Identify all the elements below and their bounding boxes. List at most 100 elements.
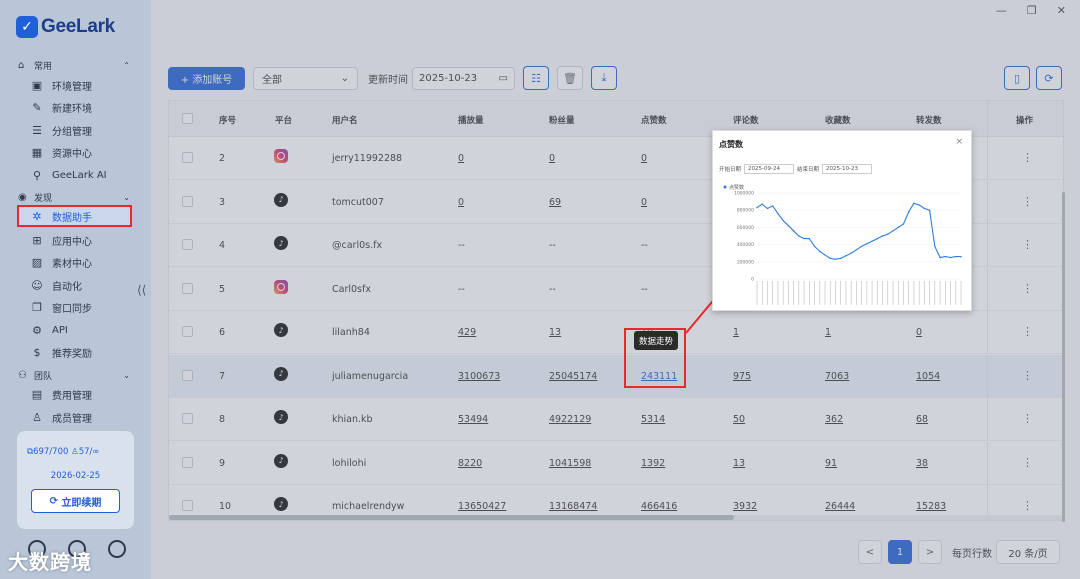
sidebar-item-groups[interactable]: ☰ 分组管理: [30, 121, 92, 139]
cell-likes[interactable]: 0: [641, 197, 647, 208]
cell-likes[interactable]: 0: [641, 153, 647, 164]
more-icon[interactable]: ⋮: [1022, 369, 1033, 382]
cell-likes[interactable]: 466416: [641, 501, 677, 512]
row-checkbox[interactable]: [182, 326, 193, 337]
cell-fans[interactable]: 1041598: [549, 458, 591, 469]
row-checkbox[interactable]: [182, 195, 193, 207]
rows-per-page-select[interactable]: 20 条/页: [996, 540, 1060, 564]
cell-comments[interactable]: 13: [733, 458, 745, 469]
cell-shares[interactable]: 68: [916, 414, 928, 425]
profile-icon[interactable]: [108, 540, 126, 558]
more-icon[interactable]: ⋮: [1022, 282, 1033, 295]
cell-likes[interactable]: 5314: [641, 414, 665, 425]
filter-select[interactable]: 全部 ⌄: [253, 66, 358, 90]
sidebar-item-ai[interactable]: ⚲ GeeLark AI: [30, 166, 107, 184]
cell-favs[interactable]: 1: [825, 327, 831, 338]
row-checkbox[interactable]: [182, 456, 193, 468]
cell-plays[interactable]: 0: [458, 197, 464, 208]
close-icon[interactable]: ×: [955, 137, 963, 147]
cell-fans[interactable]: 13168474: [549, 501, 597, 512]
sidebar-item-api[interactable]: ⚙ API: [30, 321, 68, 339]
more-icon[interactable]: ⋮: [1022, 195, 1033, 208]
refresh-button[interactable]: ⟳: [1036, 66, 1062, 90]
more-icon[interactable]: ⋮: [1022, 499, 1033, 512]
cell-fans[interactable]: 13: [549, 327, 561, 338]
sidebar-item-materials[interactable]: ▨ 素材中心: [30, 253, 92, 271]
cell-shares[interactable]: 0: [916, 327, 922, 338]
minimize-icon[interactable]: —: [996, 4, 1007, 17]
sidebar-item-sync[interactable]: ❐ 窗口同步: [30, 298, 92, 316]
page-1-button[interactable]: 1: [888, 540, 912, 564]
row-checkbox[interactable]: [182, 282, 193, 294]
cell-favs[interactable]: 91: [825, 458, 837, 469]
cell-fans[interactable]: 0: [549, 153, 555, 164]
cell-likes[interactable]: 1392: [641, 458, 665, 469]
cell-comments[interactable]: 1: [733, 327, 739, 338]
filter-settings-button[interactable]: ☷: [523, 66, 549, 90]
section-common[interactable]: ⌂ 常用 ⌃: [18, 59, 130, 72]
row-checkbox[interactable]: [182, 500, 193, 511]
cell-plays[interactable]: 53494: [458, 414, 488, 425]
table-row[interactable]: 6♪lilanh844291310110⋮: [169, 311, 1063, 354]
section-discover[interactable]: ◉ 发现 ⌄: [18, 191, 130, 204]
cell-plays[interactable]: 13650427: [458, 501, 506, 512]
sidebar-item-data-assistant[interactable]: ✲ 数据助手: [17, 205, 132, 227]
more-icon[interactable]: ⋮: [1022, 412, 1033, 425]
cell-comments[interactable]: 3932: [733, 501, 757, 512]
more-icon[interactable]: ⋮: [1022, 238, 1033, 251]
restore-icon[interactable]: ❐: [1027, 4, 1037, 17]
next-page-button[interactable]: >: [918, 540, 942, 564]
cell-fans[interactable]: 25045174: [549, 371, 597, 382]
sidebar-item-resources[interactable]: ▦ 资源中心: [30, 143, 92, 161]
vertical-scrollbar[interactable]: [1062, 100, 1065, 522]
renew-button[interactable]: ⟳ 立即续期: [31, 489, 120, 513]
right-tools: ▯ ⟳: [1004, 66, 1062, 90]
cell-plays[interactable]: 8220: [458, 458, 482, 469]
delete-button[interactable]: 🗑: [557, 66, 583, 90]
cell-plays[interactable]: 3100673: [458, 371, 500, 382]
sidebar-item-members[interactable]: ♙ 成员管理: [30, 408, 92, 426]
row-checkbox[interactable]: [182, 369, 193, 381]
sidebar-item-referral[interactable]: $ 推荐奖励: [30, 343, 93, 361]
update-date-picker[interactable]: 2025-10-23 ▭: [412, 66, 515, 90]
cell-fans[interactable]: 4922129: [549, 414, 591, 425]
sidebar-item-new-env[interactable]: ✎ 新建环境: [30, 98, 92, 116]
sidebar-item-apps[interactable]: ⊞ 应用中心: [30, 231, 92, 249]
export-button[interactable]: ▯: [1004, 66, 1030, 90]
more-icon[interactable]: ⋮: [1022, 325, 1033, 338]
cell-comments[interactable]: 975: [733, 371, 751, 382]
logo[interactable]: ✓ GeeLark: [16, 16, 115, 38]
start-date-input[interactable]: 2025-09-24: [744, 164, 795, 174]
prev-page-button[interactable]: <: [858, 540, 882, 564]
cell-favs[interactable]: 26444: [825, 501, 855, 512]
sidebar-item-billing[interactable]: ▤ 费用管理: [30, 385, 92, 403]
row-checkbox[interactable]: [182, 413, 193, 424]
more-icon[interactable]: ⋮: [1022, 456, 1033, 469]
collapse-sidebar-icon[interactable]: ⟨⟨: [137, 283, 146, 297]
add-account-button[interactable]: + 添加账号: [168, 66, 245, 90]
end-date-input[interactable]: 2025-10-23: [822, 164, 873, 174]
sidebar-item-automation[interactable]: ☺ 自动化: [30, 276, 82, 294]
cell-comments[interactable]: 50: [733, 414, 745, 425]
popup-title: 点赞数: [719, 140, 743, 149]
cell-fans[interactable]: 69: [549, 197, 561, 208]
close-icon[interactable]: ✕: [1057, 4, 1066, 17]
select-all-checkbox[interactable]: [182, 113, 193, 124]
sidebar-item-env[interactable]: ▣ 环境管理: [30, 76, 92, 94]
cell-shares[interactable]: 38: [916, 458, 928, 469]
more-icon[interactable]: ⋮: [1022, 151, 1033, 164]
download-button[interactable]: ⤓: [591, 66, 617, 90]
cell-shares[interactable]: 1054: [916, 371, 940, 382]
horizontal-scrollbar[interactable]: [169, 515, 1063, 520]
cell-favs[interactable]: 7063: [825, 371, 849, 382]
row-checkbox[interactable]: [182, 239, 193, 250]
cell-favs[interactable]: 362: [825, 414, 843, 425]
cell-plays[interactable]: 0: [458, 153, 464, 164]
table-row[interactable]: 7 ♪ juliamenugarcia 3100673 25045174 243111 97…: [169, 354, 1063, 398]
table-row[interactable]: 8 ♪ khian.kb 53494 4922129 5314 50 362 68 ⋮: [169, 398, 1063, 441]
table-row[interactable]: 9 ♪ lohilohi 8220 1041598 1392 13 91 38 ⋮: [169, 441, 1063, 485]
cell-shares[interactable]: 15283: [916, 501, 946, 512]
row-checkbox[interactable]: [182, 152, 193, 163]
cell-plays[interactable]: 429: [458, 327, 476, 338]
section-team[interactable]: ⚇ 团队 ⌄: [18, 369, 130, 382]
